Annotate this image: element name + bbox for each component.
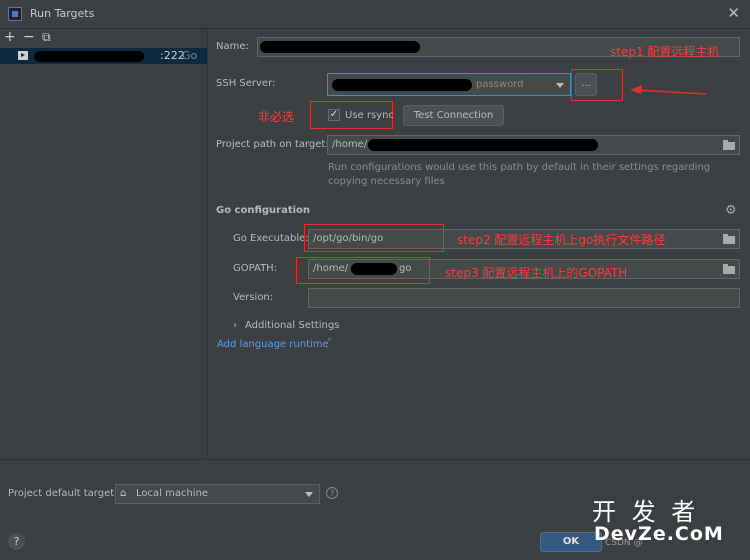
window-title: Run Targets bbox=[30, 7, 95, 20]
go-executable-label: Go Executable: bbox=[233, 233, 309, 244]
step3-highlight-box bbox=[296, 257, 430, 284]
step2-highlight-box bbox=[304, 224, 444, 252]
copy-icon[interactable]: ⧉ bbox=[42, 29, 51, 45]
watermark-logo: 开 发 者 bbox=[592, 498, 700, 526]
watermark-site: DevZe.CoM bbox=[594, 523, 724, 545]
chevron-down-icon bbox=[305, 492, 313, 497]
redacted-host bbox=[34, 51, 144, 62]
target-port: :222 bbox=[160, 49, 185, 62]
use-rsync-checkbox[interactable]: ✓ bbox=[328, 109, 340, 121]
project-path-field[interactable]: /home/ bbox=[327, 135, 740, 155]
step2-annotation: step2 配置远程主机上go执行文件路径 bbox=[457, 233, 666, 247]
targets-list-panel: + − ⧉ :222 Go bbox=[0, 29, 208, 459]
default-target-value: Local machine bbox=[136, 488, 209, 499]
redacted-path bbox=[368, 139, 598, 151]
chevron-down-icon bbox=[556, 83, 564, 88]
chevron-down-icon[interactable]: ˅ bbox=[327, 338, 332, 349]
folder-icon[interactable] bbox=[723, 140, 735, 150]
step3-annotation: step3 配置远程主机上的GOPATH bbox=[445, 266, 628, 280]
name-label: Name: bbox=[216, 41, 249, 52]
arrow-icon bbox=[630, 85, 707, 95]
project-path-label: Project path on target: bbox=[216, 139, 329, 150]
test-connection-button[interactable]: Test Connection bbox=[403, 105, 504, 126]
use-rsync-label: Use rsync bbox=[345, 110, 394, 121]
ok-button[interactable]: OK bbox=[540, 532, 602, 552]
home-icon: ⌂ bbox=[120, 488, 127, 499]
optional-annotation: 非必选 bbox=[258, 110, 295, 124]
gear-icon[interactable]: ⚙ bbox=[725, 203, 737, 218]
add-icon[interactable]: + bbox=[4, 29, 16, 45]
chevron-right-icon[interactable]: › bbox=[233, 320, 237, 331]
help-hint-icon[interactable]: ? bbox=[326, 487, 338, 499]
help-button[interactable]: ? bbox=[8, 533, 25, 550]
add-language-runtime-link[interactable]: Add language runtime bbox=[217, 339, 329, 350]
go-configuration-header: Go configuration bbox=[216, 205, 311, 216]
app-icon bbox=[8, 7, 22, 21]
redacted-ssh bbox=[332, 79, 472, 91]
ssh-server-value: password bbox=[476, 79, 524, 90]
ssh-server-label: SSH Server: bbox=[216, 78, 276, 89]
target-list-item[interactable]: :222 Go bbox=[0, 48, 207, 64]
project-path-hint: Run configurations would use this path b… bbox=[328, 162, 711, 187]
redacted-name bbox=[260, 41, 420, 53]
folder-icon[interactable] bbox=[723, 234, 735, 244]
step1-annotation: step1 配置远程主机 bbox=[610, 45, 720, 59]
title-bar: Run Targets ✕ bbox=[0, 0, 750, 29]
remove-icon[interactable]: − bbox=[23, 29, 35, 45]
default-target-select[interactable]: ⌂ Local machine bbox=[115, 484, 320, 504]
target-type: Go bbox=[182, 49, 198, 62]
close-icon[interactable]: ✕ bbox=[727, 4, 740, 22]
additional-settings-toggle[interactable]: Additional Settings bbox=[245, 320, 339, 331]
gopath-label: GOPATH: bbox=[233, 263, 278, 274]
terminal-icon bbox=[18, 51, 28, 60]
step1-highlight-box bbox=[571, 69, 623, 101]
folder-icon[interactable] bbox=[723, 264, 735, 274]
version-label: Version: bbox=[233, 292, 274, 303]
ssh-server-select[interactable]: password bbox=[327, 73, 571, 96]
list-toolbar: + − ⧉ bbox=[0, 29, 207, 45]
default-target-label: Project default target: bbox=[8, 488, 118, 499]
project-path-value: /home/ bbox=[332, 139, 368, 150]
version-field bbox=[308, 288, 740, 308]
